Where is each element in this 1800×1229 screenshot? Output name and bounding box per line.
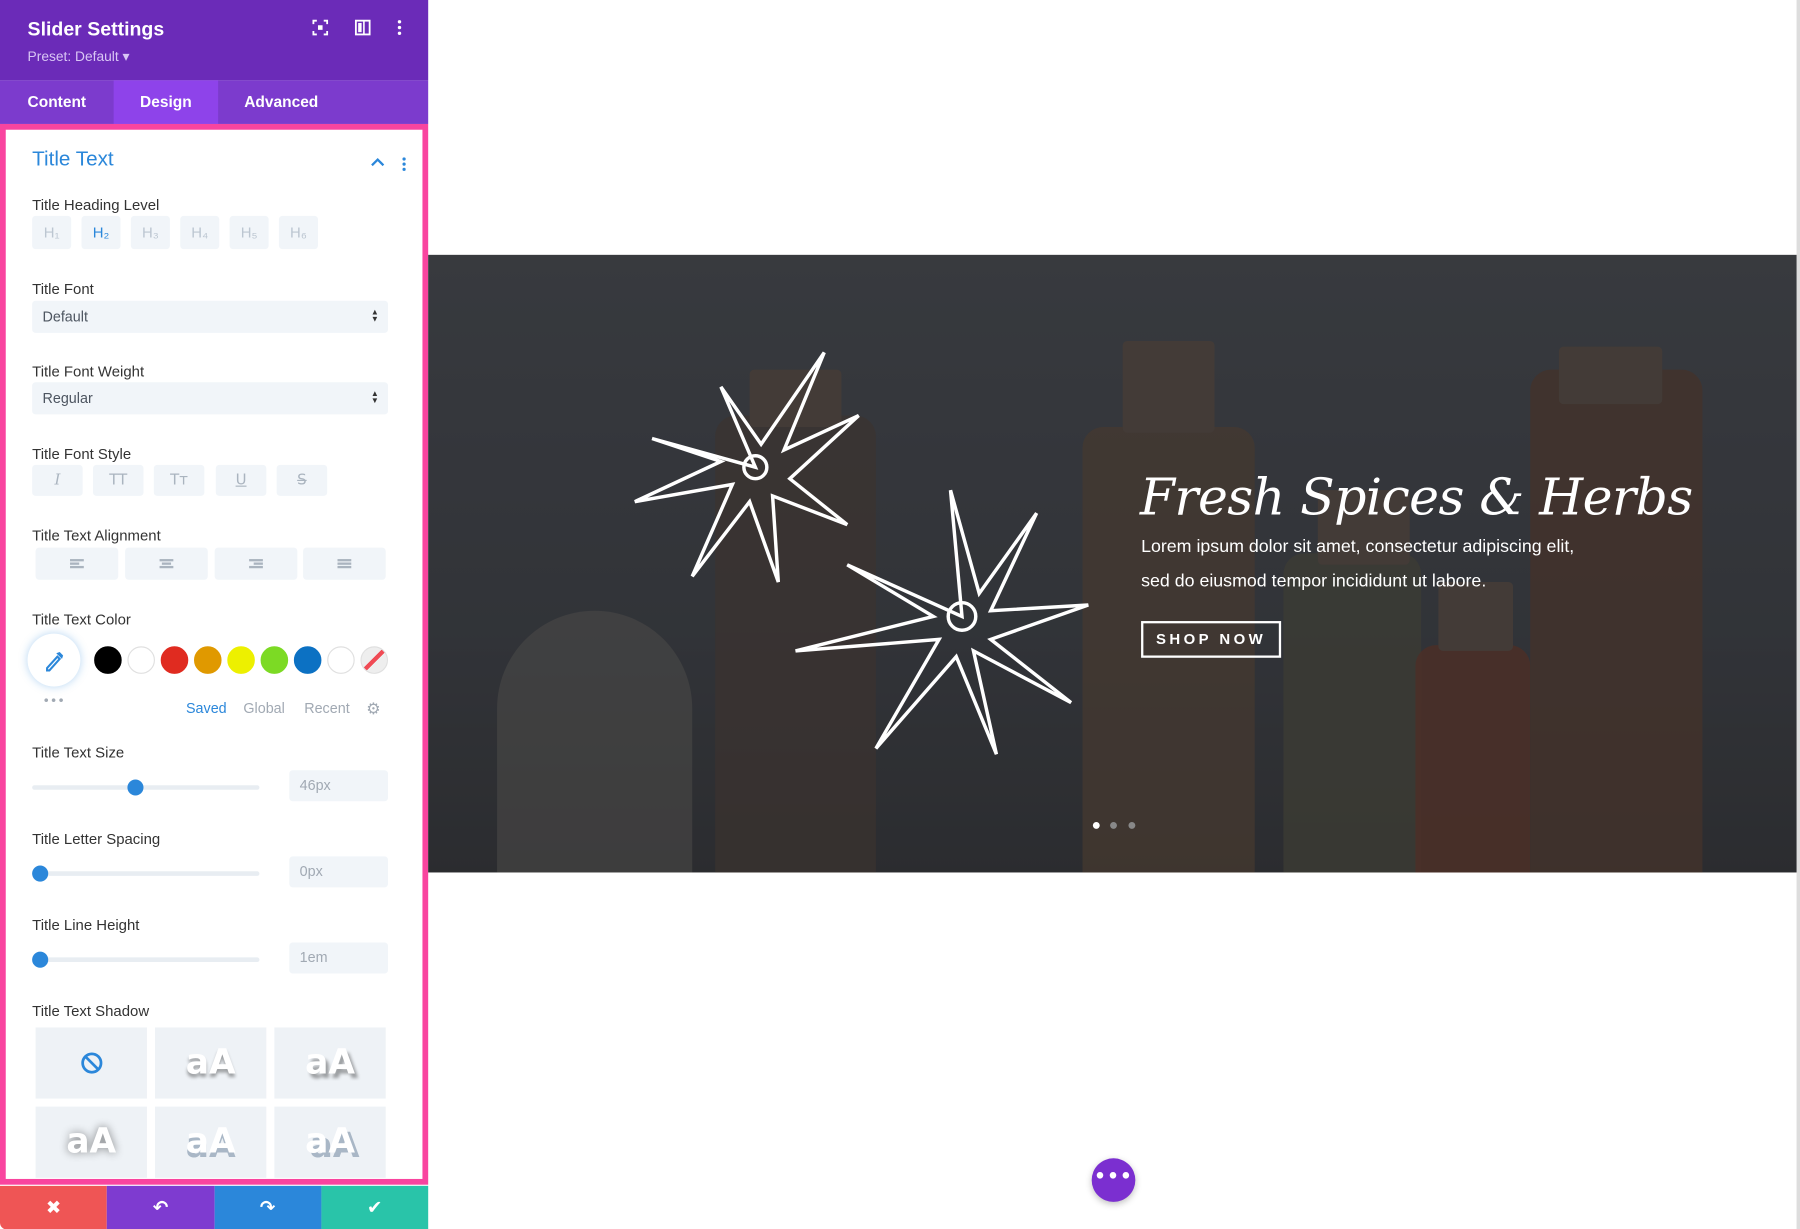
line-height-input[interactable]: 1em xyxy=(289,942,389,974)
heading-h5-button[interactable]: H₅ xyxy=(229,215,269,250)
color-swatch[interactable] xyxy=(293,646,322,674)
select-arrows-icon: ▲ ▼ xyxy=(370,390,379,406)
action-bar: ✖ ↶ ↷ ✔ xyxy=(0,1185,429,1229)
tab-design[interactable]: Design xyxy=(113,80,219,124)
color-swatch[interactable] xyxy=(360,646,389,674)
section-title[interactable]: Title Text xyxy=(32,147,114,171)
align-center-button[interactable] xyxy=(125,547,208,580)
color-swatch[interactable] xyxy=(327,646,355,674)
align-left-button[interactable] xyxy=(35,547,119,580)
heading-h3-button[interactable]: H₃ xyxy=(130,215,170,250)
letter-spacing-input[interactable]: 0px xyxy=(289,856,389,888)
color-tab-saved[interactable]: Saved xyxy=(186,700,227,716)
save-button[interactable]: ✔ xyxy=(321,1185,429,1229)
text-shadow-label: Title Text Shadow xyxy=(32,1002,150,1020)
shadow-option-4[interactable]: aA xyxy=(154,1106,267,1178)
shadow-none-option[interactable] xyxy=(35,1027,147,1099)
font-weight-value: Regular xyxy=(42,390,93,407)
slide-dot-3[interactable] xyxy=(1128,821,1136,829)
star-anise-illustration xyxy=(634,351,1089,755)
shadow-option-3[interactable]: aA xyxy=(35,1106,147,1178)
letter-spacing-slider-thumb[interactable] xyxy=(32,865,49,882)
text-color-label: Title Text Color xyxy=(32,610,131,628)
select-arrows-icon: ▲ ▼ xyxy=(370,308,379,324)
tab-advanced[interactable]: Advanced xyxy=(218,80,344,124)
shop-now-button[interactable]: SHOP NOW xyxy=(1141,621,1282,658)
uppercase-button[interactable]: TT xyxy=(92,464,144,496)
title-font-select[interactable]: Default ▲ ▼ xyxy=(32,300,389,333)
text-size-label: Title Text Size xyxy=(32,743,125,762)
italic-button[interactable]: I xyxy=(32,464,83,496)
letter-spacing-label: Title Letter Spacing xyxy=(32,829,161,848)
none-icon xyxy=(80,1052,102,1074)
cancel-button[interactable]: ✖ xyxy=(0,1185,108,1229)
color-swatch[interactable] xyxy=(127,646,155,674)
title-font-label: Title Font xyxy=(32,280,94,298)
more-vertical-icon[interactable] xyxy=(390,20,408,38)
font-style-label: Title Font Style xyxy=(32,445,132,463)
font-weight-label: Title Font Weight xyxy=(32,362,145,380)
slide-dot-1[interactable] xyxy=(1092,821,1100,829)
text-size-slider-thumb[interactable] xyxy=(127,779,144,796)
heading-h2-button[interactable]: H₂ xyxy=(81,215,121,250)
slide-title: Fresh Spices & Herbs xyxy=(1139,468,1693,527)
more-colors-button[interactable]: ••• xyxy=(42,693,64,708)
preset-dropdown[interactable]: Preset: Default ▾ xyxy=(28,48,130,64)
title-text-section: Title Text Title Heading Level H₁ H₂ H₃ … xyxy=(0,123,429,1185)
shadow-option-5[interactable]: aA xyxy=(274,1106,386,1178)
heading-h6-button[interactable]: H₆ xyxy=(278,215,318,250)
heading-level-label: Title Heading Level xyxy=(32,196,160,214)
undo-button[interactable]: ↶ xyxy=(107,1185,215,1229)
scrollbar[interactable] xyxy=(1796,0,1800,1229)
columns-icon[interactable] xyxy=(354,19,372,38)
tab-content[interactable]: Content xyxy=(0,80,114,124)
gear-icon[interactable]: ⚙ xyxy=(366,700,380,718)
color-tab-global[interactable]: Global xyxy=(243,700,284,716)
underline-button[interactable]: U xyxy=(215,464,267,496)
color-swatch[interactable] xyxy=(194,646,222,674)
strikethrough-button[interactable]: S xyxy=(276,464,328,496)
color-swatch[interactable] xyxy=(227,646,255,674)
heading-h1-button[interactable]: H₁ xyxy=(32,215,72,250)
slide-text-line-2: sed do eiusmod tempor incididunt ut labo… xyxy=(1141,571,1487,592)
page-settings-button[interactable]: ••• xyxy=(1091,1158,1136,1202)
shadow-option-1[interactable]: aA xyxy=(154,1027,267,1099)
text-size-slider[interactable] xyxy=(32,785,260,790)
panel-header: Slider Settings Preset: Default ▾ xyxy=(0,0,429,81)
panel-tabs: Content Design Advanced xyxy=(0,80,429,124)
chevron-up-icon[interactable] xyxy=(371,150,385,172)
slide-dot-2[interactable] xyxy=(1110,821,1117,829)
builder-stage: Slider Settings Preset: Default ▾ Conten… xyxy=(0,0,1800,1229)
settings-panel: Slider Settings Preset: Default ▾ Conten… xyxy=(0,0,429,1229)
fullscreen-icon[interactable] xyxy=(311,19,329,38)
slider-module[interactable]: Fresh Spices & Herbs Lorem ipsum dolor s… xyxy=(428,254,1800,873)
section-more-icon[interactable] xyxy=(402,154,407,176)
alignment-label: Title Text Alignment xyxy=(32,526,161,545)
color-tab-recent[interactable]: Recent xyxy=(304,700,349,716)
color-swatch[interactable] xyxy=(260,646,289,674)
capitalize-button[interactable]: Tт xyxy=(153,464,205,496)
font-weight-select[interactable]: Regular ▲ ▼ xyxy=(32,382,389,415)
panel-title: Slider Settings xyxy=(27,18,165,41)
line-height-slider-thumb[interactable] xyxy=(32,951,49,968)
letter-spacing-slider[interactable] xyxy=(32,871,260,876)
title-font-value: Default xyxy=(42,308,88,325)
shadow-option-2[interactable]: aA xyxy=(274,1027,386,1099)
color-swatch[interactable] xyxy=(94,646,122,674)
align-justify-button[interactable] xyxy=(303,547,386,580)
color-swatch[interactable] xyxy=(160,646,189,674)
heading-h4-button[interactable]: H₄ xyxy=(180,215,220,250)
redo-button[interactable]: ↷ xyxy=(214,1185,322,1229)
line-height-slider[interactable] xyxy=(32,957,260,962)
text-size-input[interactable]: 46px xyxy=(289,770,389,802)
eyedropper-icon xyxy=(46,652,64,672)
color-picker-button[interactable] xyxy=(27,633,81,687)
align-right-button[interactable] xyxy=(214,547,298,580)
line-height-label: Title Line Height xyxy=(32,916,140,934)
slide-text-line-1: Lorem ipsum dolor sit amet, consectetur … xyxy=(1141,537,1575,557)
